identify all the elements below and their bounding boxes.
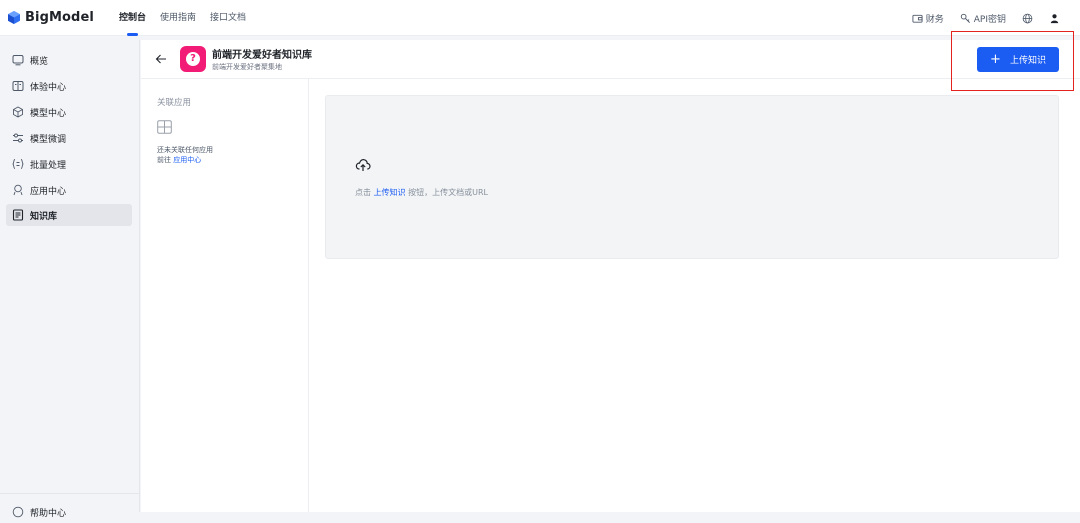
logo-icon [8,11,20,24]
sidebar-item-label: 模型中心 [30,108,67,119]
logo[interactable]: BigModel [8,10,94,25]
sidebar-divider [0,493,140,494]
sidebar: 概览 体验中心 模型中心 模型微调 批量处理 应用中心 知识库 帮助中心 [0,40,140,519]
tune-icon [13,133,23,143]
top-nav: 控制台 使用指南 接口文档 [119,0,246,36]
plus-icon: + [990,52,1001,67]
goto-prefix: 前往 [157,156,171,164]
user-menu[interactable] [1049,13,1060,24]
dropzone-hint: 点击 上传知识 按钮，上传文档或URL [355,187,488,198]
sidebar-item-label: 批量处理 [30,160,67,171]
sidebar-item-label: 概览 [30,56,49,67]
help-icon [12,506,24,518]
language-button[interactable] [1022,13,1033,24]
goto-apps-line: 前往 应用中心 [157,155,201,165]
finance-link[interactable]: 财务 [912,12,944,25]
sidebar-item-label: 体验中心 [30,82,67,93]
hint-upload-link[interactable]: 上传知识 [374,188,406,197]
sidebar-item-label: 模型微调 [30,134,67,145]
sidebar-item-overview[interactable]: 概览 [6,49,132,71]
wallet-icon [912,14,923,23]
brackets-icon [12,159,24,169]
nav-guide[interactable]: 使用指南 [160,0,196,36]
user-icon [1050,13,1059,23]
associated-apps-panel: 关联应用 还未关联任何应用 前往 应用中心 [141,79,309,512]
globe-icon [1022,13,1033,23]
robot-icon [13,184,23,196]
sidebar-item-apps[interactable]: 应用中心 [6,179,132,201]
api-key-label: API密钥 [973,14,1006,25]
kb-subtitle: 前端开发爱好者聚集地 [212,63,282,71]
upload-dropzone[interactable]: 点击 上传知识 按钮，上传文档或URL [325,95,1059,259]
book-icon [12,81,24,91]
sidebar-item-knowledge[interactable]: 知识库 [6,204,132,226]
question-icon: ? [186,52,200,66]
sidebar-item-help[interactable]: 帮助中心 [6,501,132,523]
sidebar-item-finetune[interactable]: 模型微调 [6,127,132,149]
kb-avatar: ? [180,46,206,72]
key-icon [960,13,970,23]
document-icon [12,209,24,221]
nav-api-docs[interactable]: 接口文档 [210,0,246,36]
goto-app-center-link[interactable]: 应用中心 [173,156,201,164]
cube-icon [13,106,23,118]
kb-header: ? 前端开发爱好者知识库 前端开发爱好者聚集地 + 上传知识 [141,40,1080,79]
associated-apps-title: 关联应用 [157,98,192,108]
layout-icon [157,120,172,134]
sidebar-item-playground[interactable]: 体验中心 [6,75,132,97]
cloud-upload-icon [355,159,371,171]
top-right-actions: 财务 API密钥 [912,0,1060,36]
no-apps-text: 还未关联任何应用 [157,146,213,154]
upload-knowledge-button[interactable]: + 上传知识 [977,47,1059,72]
sidebar-item-label: 帮助中心 [30,508,67,519]
monitor-icon [12,55,24,66]
logo-text: BigModel [25,10,94,25]
upload-knowledge-label: 上传知识 [1009,56,1046,66]
top-bar: BigModel 控制台 使用指南 接口文档 财务 API密钥 [0,0,1080,36]
back-arrow-icon[interactable] [155,53,167,65]
main-panel: ? 前端开发爱好者知识库 前端开发爱好者聚集地 + 上传知识 关联应用 还未关联… [141,40,1080,512]
kb-title: 前端开发爱好者知识库 [212,50,312,61]
sidebar-item-label: 知识库 [30,211,58,222]
api-key-link[interactable]: API密钥 [960,12,1006,25]
sidebar-item-label: 应用中心 [30,186,67,197]
nav-console[interactable]: 控制台 [119,0,146,36]
hint-prefix: 点击 [355,188,371,197]
finance-label: 财务 [925,14,944,25]
sidebar-item-models[interactable]: 模型中心 [6,101,132,123]
hint-suffix: 按钮，上传文档或URL [408,188,488,197]
sidebar-item-batch[interactable]: 批量处理 [6,153,132,175]
